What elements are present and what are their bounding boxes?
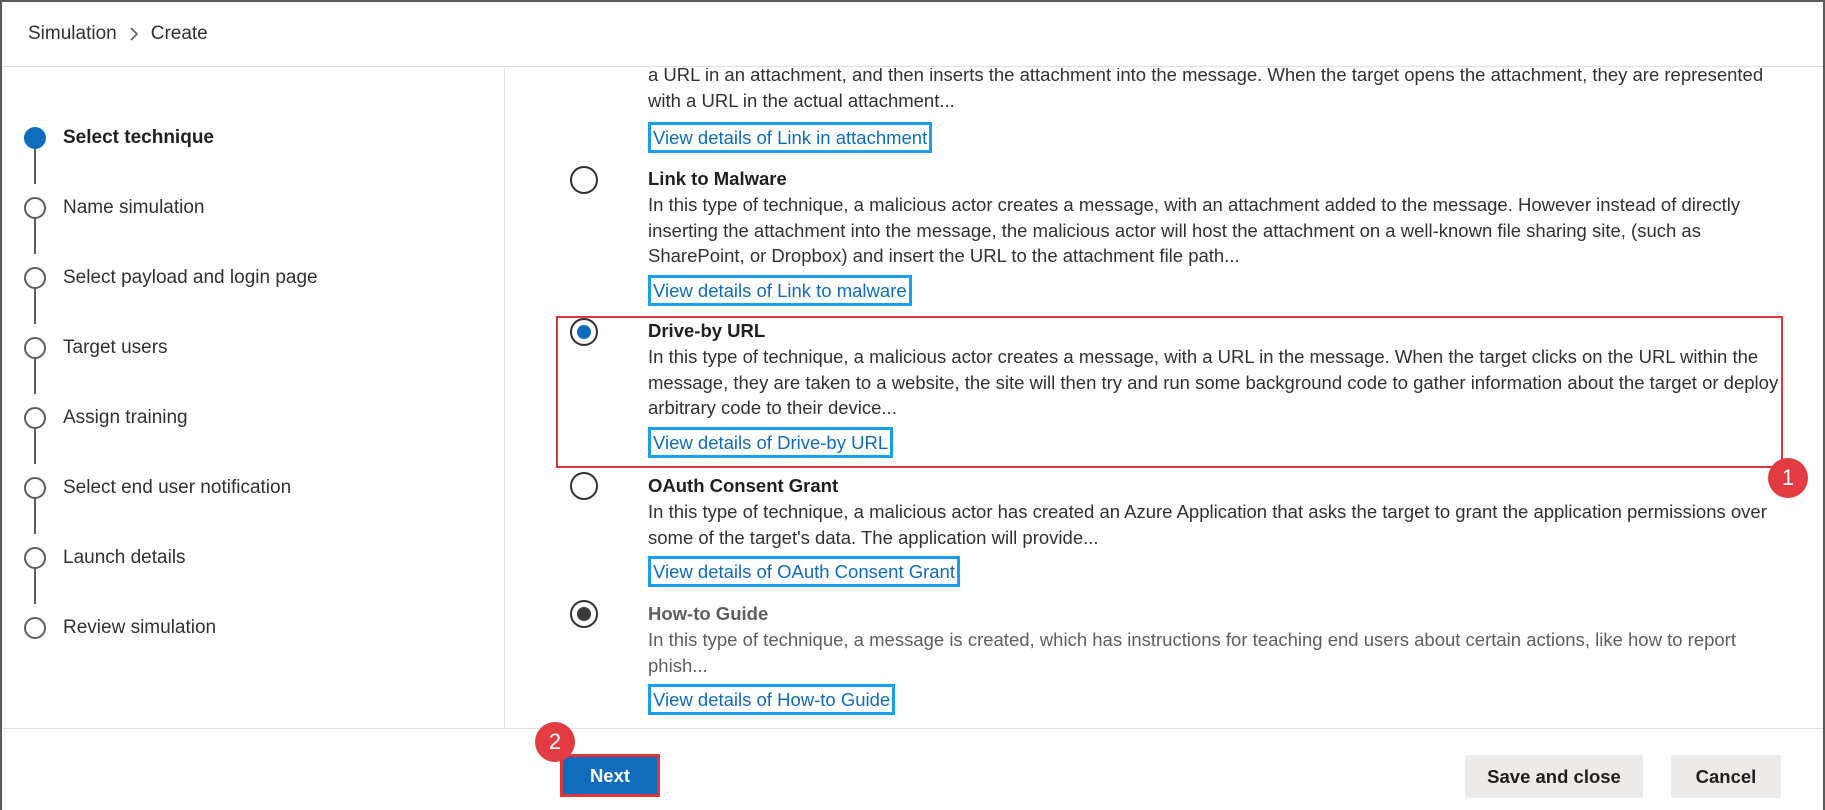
step-pending-icon	[24, 337, 46, 359]
step-launch-details[interactable]: Launch details	[24, 543, 186, 573]
step-assign-training[interactable]: Assign training	[24, 403, 188, 433]
annotation-badge-2: 2	[535, 722, 575, 762]
radio-oauth-consent-grant[interactable]	[570, 472, 598, 500]
step-label: Select end user notification	[63, 477, 292, 498]
next-button[interactable]: Next	[560, 754, 660, 797]
step-label: Select technique	[63, 127, 214, 148]
step-label: Launch details	[63, 547, 186, 568]
step-label: Review simulation	[63, 617, 217, 638]
wizard-steps: Select technique Name simulation Select …	[2, 68, 505, 728]
technique-description: In this type of technique, a message is …	[648, 629, 1736, 676]
technique-title: OAuth Consent Grant	[648, 475, 839, 496]
breadcrumb-current: Create	[150, 23, 208, 44]
save-and-close-button[interactable]: Save and close	[1465, 755, 1643, 798]
step-label: Name simulation	[63, 197, 205, 218]
technique-title: Drive-by URL	[648, 320, 766, 341]
radio-how-to-guide[interactable]	[570, 600, 598, 628]
view-details-oauth-consent-grant[interactable]: View details of OAuth Consent Grant	[648, 556, 960, 587]
technique-description: In this type of technique, a malicious a…	[648, 501, 1767, 548]
step-pending-icon	[24, 407, 46, 429]
technique-description: In this type of technique, a malicious a…	[648, 194, 1741, 266]
step-current-icon	[24, 127, 46, 149]
step-target-users[interactable]: Target users	[24, 333, 168, 363]
chevron-right-icon	[129, 27, 139, 41]
step-label: Target users	[63, 337, 168, 358]
step-select-technique[interactable]: Select technique	[24, 123, 214, 153]
view-details-link-in-attachment[interactable]: View details of Link in attachment	[648, 122, 933, 153]
cancel-button[interactable]: Cancel	[1671, 755, 1781, 798]
technique-list: a URL in an attachment, and then inserts…	[506, 68, 1823, 728]
step-pending-icon	[24, 547, 46, 569]
annotation-badge-1: 1	[1768, 458, 1808, 498]
step-pending-icon	[24, 267, 46, 289]
step-label: Select payload and login page	[63, 267, 318, 288]
step-select-payload[interactable]: Select payload and login page	[24, 263, 318, 293]
step-review-simulation[interactable]: Review simulation	[24, 613, 216, 643]
technique-title: Link to Malware	[648, 168, 787, 189]
radio-drive-by-url[interactable]	[570, 318, 598, 346]
step-pending-icon	[24, 617, 46, 639]
technique-description: a URL in an attachment, and then inserts…	[648, 68, 1764, 111]
step-end-user-notification[interactable]: Select end user notification	[24, 473, 291, 503]
wizard-footer: Next Save and close Cancel	[2, 728, 1823, 810]
step-pending-icon	[24, 477, 46, 499]
step-label: Assign training	[63, 407, 188, 428]
technique-description: In this type of technique, a malicious a…	[648, 346, 1779, 418]
technique-title: How-to Guide	[648, 603, 769, 624]
view-details-drive-by-url[interactable]: View details of Drive-by URL	[648, 427, 894, 458]
step-pending-icon	[24, 197, 46, 219]
radio-link-to-malware[interactable]	[570, 166, 598, 194]
breadcrumb-root[interactable]: Simulation	[28, 23, 117, 45]
step-name-simulation[interactable]: Name simulation	[24, 193, 205, 223]
view-details-how-to-guide[interactable]: View details of How-to Guide	[648, 684, 896, 715]
app-window: Simulation Create Select technique Name …	[0, 0, 1825, 810]
breadcrumb: Simulation Create	[2, 2, 1823, 67]
view-details-link-to-malware[interactable]: View details of Link to malware	[648, 275, 912, 306]
